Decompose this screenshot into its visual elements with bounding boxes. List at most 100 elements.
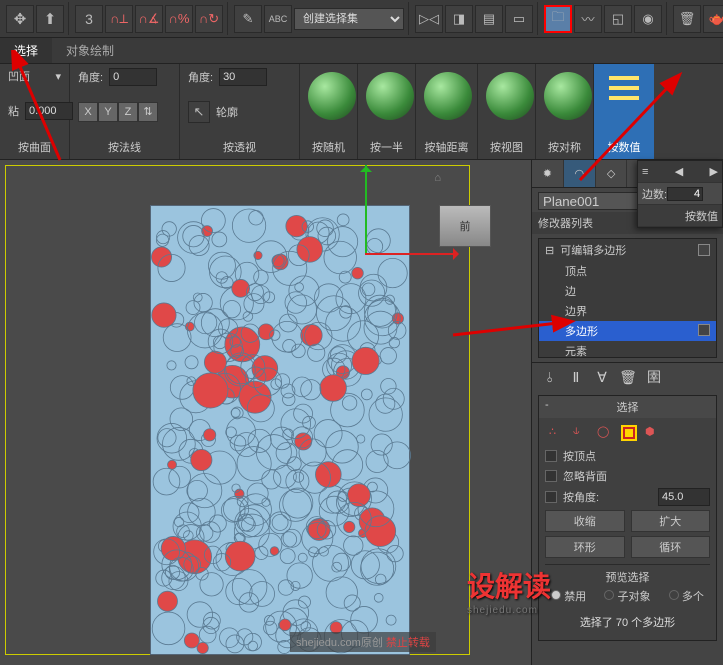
- selection-set-dropdown[interactable]: 创建选择集: [294, 8, 404, 30]
- shrink-button[interactable]: 收缩: [545, 510, 625, 532]
- tab-object-paint[interactable]: 对象绘制: [52, 38, 128, 63]
- axisdist-sphere-icon[interactable]: [424, 72, 472, 120]
- flyout-next-icon[interactable]: ▶: [710, 165, 718, 178]
- layers-icon[interactable]: ▤: [475, 5, 503, 33]
- subobj-vertex[interactable]: 顶点: [539, 261, 716, 281]
- axis-z-button[interactable]: Z: [118, 102, 138, 122]
- half-sphere-icon[interactable]: [366, 72, 414, 120]
- preview-subobj-radio[interactable]: [604, 590, 614, 600]
- ignore-backfacing-checkbox[interactable]: [545, 470, 557, 482]
- move-tool-icon[interactable]: ✥: [6, 5, 34, 33]
- gizmo-x-axis-icon[interactable]: [365, 253, 455, 255]
- edge-mode-icon[interactable]: ⫝: [573, 425, 589, 441]
- ring-button[interactable]: 环形: [545, 536, 625, 558]
- flyout-bynum-label: 按数值: [685, 208, 718, 224]
- angle-snap-icon[interactable]: ∩⟂: [105, 5, 133, 33]
- subobj-border[interactable]: 边界: [539, 301, 716, 321]
- angle-snap2-icon[interactable]: ∩∡: [135, 5, 163, 33]
- ribbon-tabs: 选择 对象绘制: [0, 38, 723, 64]
- preview-off-radio[interactable]: [551, 590, 561, 600]
- flyout-prev-icon[interactable]: ◀: [675, 165, 683, 178]
- axis-y-button[interactable]: Y: [98, 102, 118, 122]
- axis-flip-icon[interactable]: ⇅: [138, 102, 158, 122]
- view-cube[interactable]: 前: [439, 205, 491, 247]
- sticky-value[interactable]: [25, 102, 73, 120]
- configure-sets-icon[interactable]: 圉: [644, 367, 664, 387]
- modify-panel-icon[interactable]: ◠: [564, 160, 596, 187]
- rollout-selection-header[interactable]: 选择: [539, 396, 716, 418]
- material-editor-icon[interactable]: ◉: [634, 5, 662, 33]
- render-setup-icon[interactable]: 🗑: [673, 5, 701, 33]
- gizmo-x-arrow-icon: [453, 248, 465, 260]
- toggle-ribbon-icon[interactable]: ▭: [505, 5, 533, 33]
- snap-up-icon[interactable]: ⬆: [36, 5, 64, 33]
- pick-arrow-icon[interactable]: ↖: [188, 101, 210, 123]
- create-panel-icon[interactable]: ✹: [532, 160, 564, 187]
- home-icon[interactable]: ⌂: [434, 172, 441, 184]
- angle-b-input[interactable]: [219, 68, 267, 86]
- hierarchy-panel-icon[interactable]: ◇: [596, 160, 628, 187]
- named-sel-dropdown-icon[interactable]: ABC: [264, 5, 292, 33]
- stack-editable-poly[interactable]: 可编辑多边形: [560, 242, 626, 258]
- viewport[interactable]: 前 ⌂ 设解读 shejiedu.com shejiedu.com原创 禁止转载: [0, 160, 531, 665]
- mirror-icon[interactable]: ▷◁: [415, 5, 443, 33]
- btn-byview[interactable]: 按视图: [486, 137, 527, 155]
- schematic-view-icon[interactable]: ◱: [604, 5, 632, 33]
- by-angle-input[interactable]: [658, 488, 710, 506]
- by-vertex-checkbox[interactable]: [545, 450, 557, 462]
- flyout-grip-icon[interactable]: ≡: [642, 166, 648, 178]
- symm-sphere-icon[interactable]: [544, 72, 592, 120]
- element-mode-icon[interactable]: ⬢: [645, 425, 661, 441]
- graphite-select-button[interactable]: 🗀: [544, 5, 572, 33]
- subobj-polygon-toggle[interactable]: [698, 324, 710, 336]
- grow-button[interactable]: 扩大: [631, 510, 711, 532]
- preview-selection-label: 预览选择: [545, 569, 710, 585]
- remove-mod-icon[interactable]: 🗑: [618, 367, 638, 387]
- btn-symm[interactable]: 按对称: [544, 137, 585, 155]
- random-sphere-icon[interactable]: [308, 72, 356, 120]
- btn-half[interactable]: 按一半: [366, 137, 407, 155]
- pin-stack-icon[interactable]: ⫰: [540, 367, 560, 387]
- align-icon[interactable]: ◨: [445, 5, 473, 33]
- btn-axisdist[interactable]: 按轴距离: [424, 137, 469, 155]
- ribbon-panel: 凹面▾ 粘 按曲面 角度: X Y Z ⇅ 按法线 角度: ↖ 轮廓 按透视 按…: [0, 64, 723, 160]
- angle-a-label: 角度:: [78, 69, 103, 85]
- angle-a-input[interactable]: [109, 68, 157, 86]
- btn-random[interactable]: 按随机: [308, 137, 349, 155]
- preview-multi-radio[interactable]: [669, 590, 679, 600]
- ignore-backfacing-label: 忽略背面: [563, 468, 607, 484]
- polygon-mode-icon[interactable]: [621, 425, 637, 441]
- curve-editor-icon[interactable]: 〰: [574, 5, 602, 33]
- vertex-mode-icon[interactable]: ∴: [549, 425, 565, 441]
- subobj-element[interactable]: 元素: [539, 341, 716, 358]
- watermark-logo: 设解读 shejiedu.com: [467, 565, 551, 616]
- tab-select[interactable]: 选择: [0, 38, 52, 63]
- border-mode-icon[interactable]: ◯: [597, 425, 613, 441]
- by-angle-checkbox[interactable]: [545, 491, 557, 503]
- subobj-polygon[interactable]: 多边形: [539, 321, 716, 341]
- snap-toggle-icon[interactable]: ∩↻: [195, 5, 223, 33]
- preview-off-label: 禁用: [564, 591, 586, 603]
- plane-object[interactable]: [150, 205, 410, 655]
- gizmo-y-arrow-icon: [360, 160, 372, 172]
- make-unique-icon[interactable]: ∀: [592, 367, 612, 387]
- render-frame-icon[interactable]: 🫖: [703, 5, 723, 33]
- stack-toggle-icon[interactable]: [698, 244, 710, 256]
- percent-snap-icon[interactable]: ∩%: [165, 5, 193, 33]
- show-end-result-icon[interactable]: Ⅱ: [566, 367, 586, 387]
- angle-b-label: 角度:: [188, 69, 213, 85]
- subobj-edge[interactable]: 边: [539, 281, 716, 301]
- snap-3-button[interactable]: 3: [75, 5, 103, 33]
- edit-named-sel-icon[interactable]: ✎: [234, 5, 262, 33]
- loop-button[interactable]: 循环: [631, 536, 711, 558]
- gizmo-y-axis-icon[interactable]: [365, 165, 367, 255]
- command-panel: ✹ ◠ ◇ ◐ ▭ 🔧 修改器列表 ▾ ⊟可编辑多边形 顶点 边 边界 多边形 …: [531, 160, 723, 665]
- btn-bynum[interactable]: 按数值: [602, 137, 646, 155]
- axis-x-button[interactable]: X: [78, 102, 98, 122]
- pane-curve-label: 按曲面: [8, 137, 61, 155]
- edge-count-input[interactable]: [667, 187, 703, 201]
- cavity-label: 凹面: [8, 68, 30, 84]
- byview-sphere-icon[interactable]: [486, 72, 534, 120]
- modifier-stack[interactable]: ⊟可编辑多边形 顶点 边 边界 多边形 元素: [538, 238, 717, 358]
- axis-xyz: X Y Z ⇅: [78, 102, 171, 122]
